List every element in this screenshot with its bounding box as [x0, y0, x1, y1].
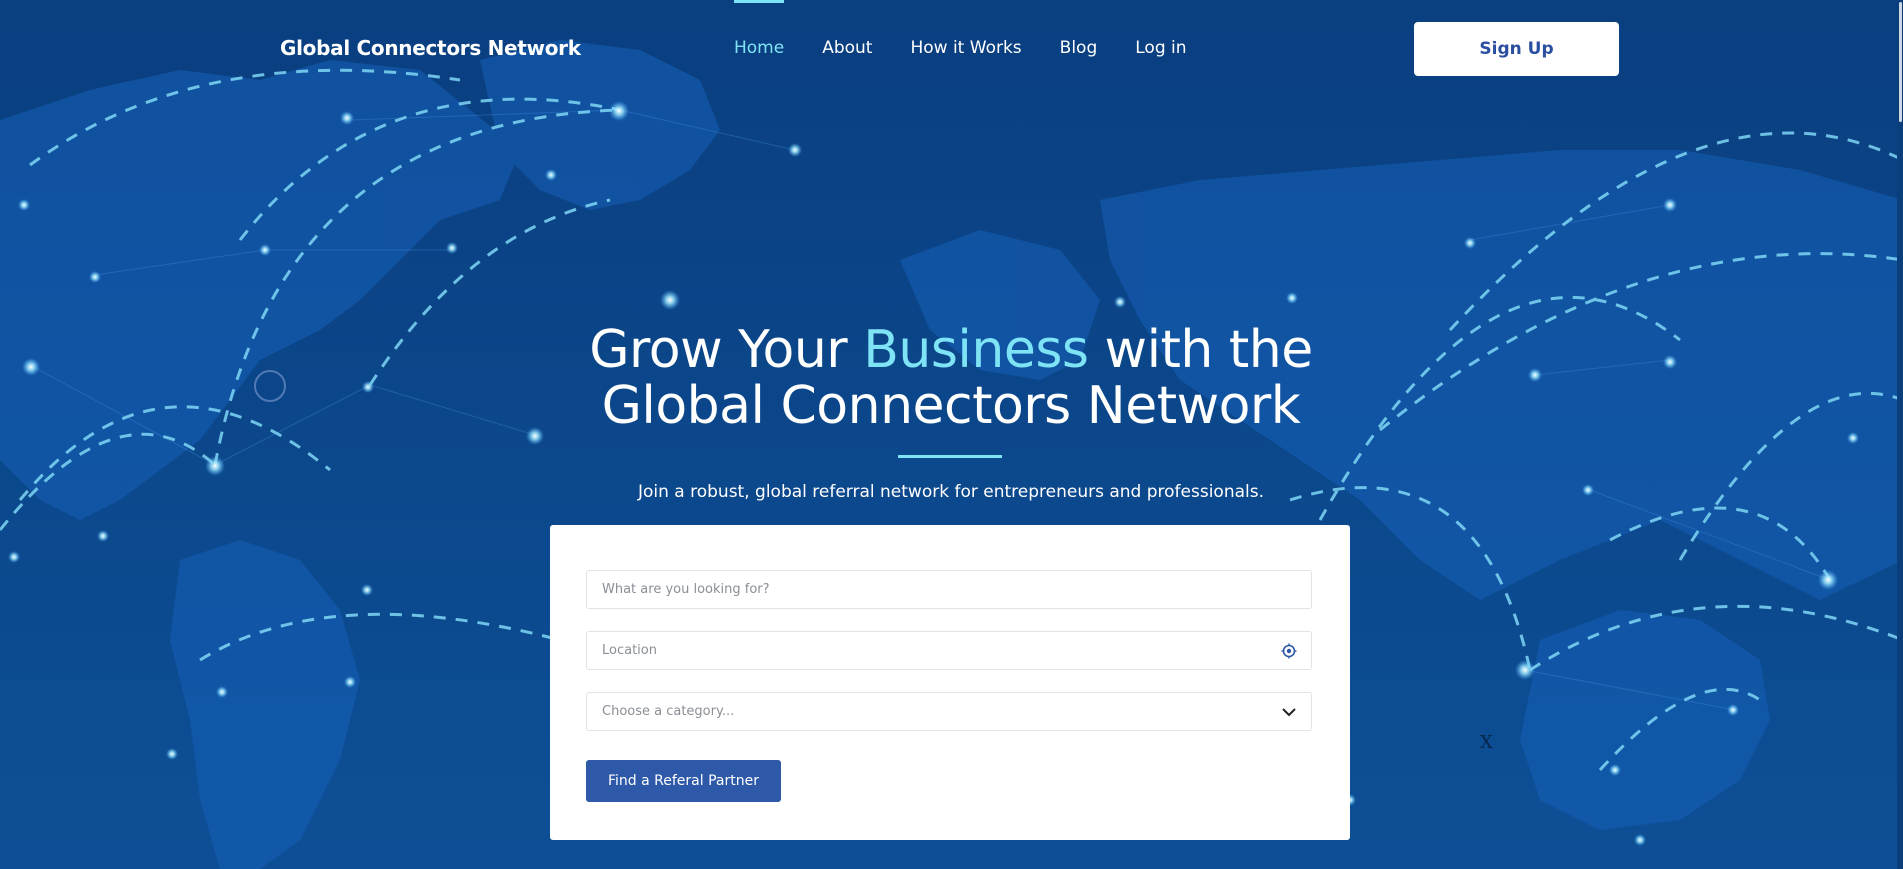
location-placeholder: Location: [602, 643, 657, 658]
hero-title: Grow Your Business with the Global Conne…: [451, 322, 1451, 434]
hero-title-accent: Business: [863, 320, 1089, 380]
scrollbar-thumb[interactable]: [1899, 2, 1902, 122]
nav-item-blog[interactable]: Blog: [1060, 38, 1098, 58]
page-scrollbar[interactable]: [1897, 0, 1903, 869]
chevron-down-icon: [1282, 708, 1296, 717]
find-referral-partner-button[interactable]: Find a Referal Partner: [586, 760, 781, 802]
locate-icon[interactable]: [1281, 643, 1297, 659]
main-menu: Home About How it Works Blog Log in: [734, 0, 1225, 58]
sign-up-button[interactable]: Sign Up: [1414, 22, 1619, 76]
category-select[interactable]: Choose a category...: [586, 692, 1312, 731]
looking-for-placeholder: What are you looking for?: [602, 582, 770, 597]
hero-divider: [898, 455, 1002, 458]
looking-for-input[interactable]: What are you looking for?: [586, 570, 1312, 609]
hero-subtitle: Join a robust, global referral network f…: [637, 482, 1264, 502]
hero-title-line2: Global Connectors Network: [601, 376, 1301, 436]
top-navbar: Global Connectors Network Home About How…: [0, 0, 1903, 98]
nav-item-login[interactable]: Log in: [1135, 38, 1186, 58]
category-placeholder: Choose a category...: [602, 704, 735, 719]
search-form-card: What are you looking for? Location Choos…: [550, 525, 1350, 840]
close-button[interactable]: X: [1480, 732, 1493, 753]
hero-title-part1: Grow Your: [589, 320, 864, 380]
brand-logo-text[interactable]: Global Connectors Network: [280, 36, 581, 60]
nav-item-how-it-works[interactable]: How it Works: [910, 38, 1021, 58]
nav-item-home[interactable]: Home: [734, 0, 785, 58]
location-input[interactable]: Location: [586, 631, 1312, 670]
hero-title-part2: with the: [1088, 320, 1314, 380]
nav-item-about[interactable]: About: [822, 38, 872, 58]
